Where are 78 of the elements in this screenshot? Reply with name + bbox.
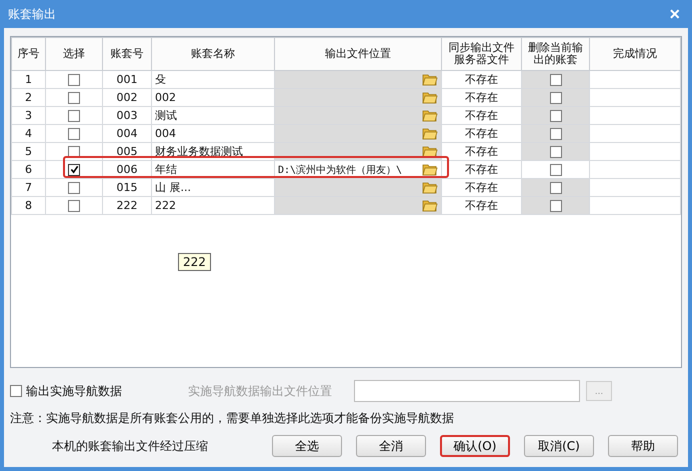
table-cell: 不存在	[442, 70, 522, 88]
checkbox[interactable]	[68, 200, 80, 212]
table-cell: 测试	[152, 106, 274, 124]
checkbox[interactable]	[550, 128, 562, 140]
checkbox[interactable]	[68, 92, 80, 104]
table-cell: 6	[12, 160, 46, 178]
column-header: 账套号	[102, 38, 152, 70]
table-cell: 山 展...	[152, 178, 274, 196]
table-cell: 2	[12, 88, 46, 106]
column-header: 选择	[46, 38, 102, 70]
table-cell: 4	[12, 124, 46, 142]
checkbox[interactable]	[68, 74, 80, 86]
table-cell: 不存在	[442, 160, 522, 178]
note-text: 注意：实施导航数据是所有账套公用的，需要单独选择此选项才能备份实施导航数据	[10, 410, 455, 427]
checkbox[interactable]	[68, 182, 80, 194]
checkbox[interactable]	[550, 74, 562, 86]
dialog-button[interactable]: 全消	[356, 435, 426, 457]
column-header: 序号	[12, 38, 46, 70]
table-cell-text: D:\滨州中为软件（用友）\	[278, 164, 402, 176]
window-title: 账套输出	[8, 6, 56, 22]
dialog-button[interactable]: 帮助	[608, 435, 678, 457]
dialog-button[interactable]: 取消(C)	[524, 435, 594, 457]
table-cell: 1	[12, 70, 46, 88]
field-label: 实施导航数据输出文件位置	[188, 382, 332, 400]
column-header: 账套名称	[152, 38, 274, 70]
table-cell: 不存在	[442, 196, 522, 214]
table-cell: 015	[102, 178, 152, 196]
table-cell: 004	[102, 124, 152, 142]
table-cell: 不存在	[442, 106, 522, 124]
table-cell: 002	[102, 88, 152, 106]
folder-icon[interactable]	[422, 73, 438, 86]
info-text: 本机的账套输出文件经过压缩	[52, 438, 208, 454]
tooltip: 222	[178, 253, 211, 271]
folder-icon[interactable]	[422, 91, 438, 104]
table-cell: 不存在	[442, 88, 522, 106]
column-header: 删除当前输出的账套	[522, 38, 590, 70]
folder-icon[interactable]	[422, 199, 438, 212]
checkbox[interactable]	[550, 164, 562, 176]
checkbox[interactable]	[68, 110, 80, 122]
dialog-button[interactable]: 全选	[272, 435, 342, 457]
table-cell: 005	[102, 142, 152, 160]
table-cell: 006	[102, 160, 152, 178]
checkbox[interactable]	[550, 146, 562, 158]
column-header: 输出文件位置	[274, 38, 442, 70]
table-cell: 不存在	[442, 142, 522, 160]
table-cell: 222	[152, 196, 274, 214]
column-header: 完成情况	[590, 38, 680, 70]
checkbox[interactable]	[550, 110, 562, 122]
folder-icon[interactable]	[422, 163, 438, 176]
table-cell: 222	[102, 196, 152, 214]
folder-icon[interactable]	[422, 127, 438, 140]
checkbox[interactable]	[68, 164, 80, 176]
folder-icon[interactable]	[422, 109, 438, 122]
folder-icon[interactable]	[422, 181, 438, 194]
checkbox[interactable]	[550, 92, 562, 104]
column-header: 同步输出文件服务器文件	[442, 38, 522, 70]
table-cell: 002	[152, 88, 274, 106]
checkbox[interactable]	[10, 385, 22, 397]
table-cell: 殳	[152, 70, 274, 88]
table-cell: 003	[102, 106, 152, 124]
table-cell: 3	[12, 106, 46, 124]
input-field[interactable]	[354, 380, 580, 402]
checkbox[interactable]	[550, 182, 562, 194]
table-cell: 5	[12, 142, 46, 160]
table-cell: 001	[102, 70, 152, 88]
checkbox[interactable]	[68, 146, 80, 158]
table-cell: 不存在	[442, 178, 522, 196]
table-cell: 7	[12, 178, 46, 196]
checkbox-label: 输出实施导航数据	[26, 382, 122, 400]
table-cell: 不存在	[442, 124, 522, 142]
checkbox[interactable]	[68, 128, 80, 140]
table-cell: 年结	[152, 160, 274, 178]
folder-icon[interactable]	[422, 145, 438, 158]
dialog-button[interactable]: 确认(O)	[440, 435, 510, 457]
table-cell: 004	[152, 124, 274, 142]
table-cell: 财务业务数据测试	[152, 142, 274, 160]
table-cell: 8	[12, 196, 46, 214]
checkbox[interactable]	[550, 200, 562, 212]
